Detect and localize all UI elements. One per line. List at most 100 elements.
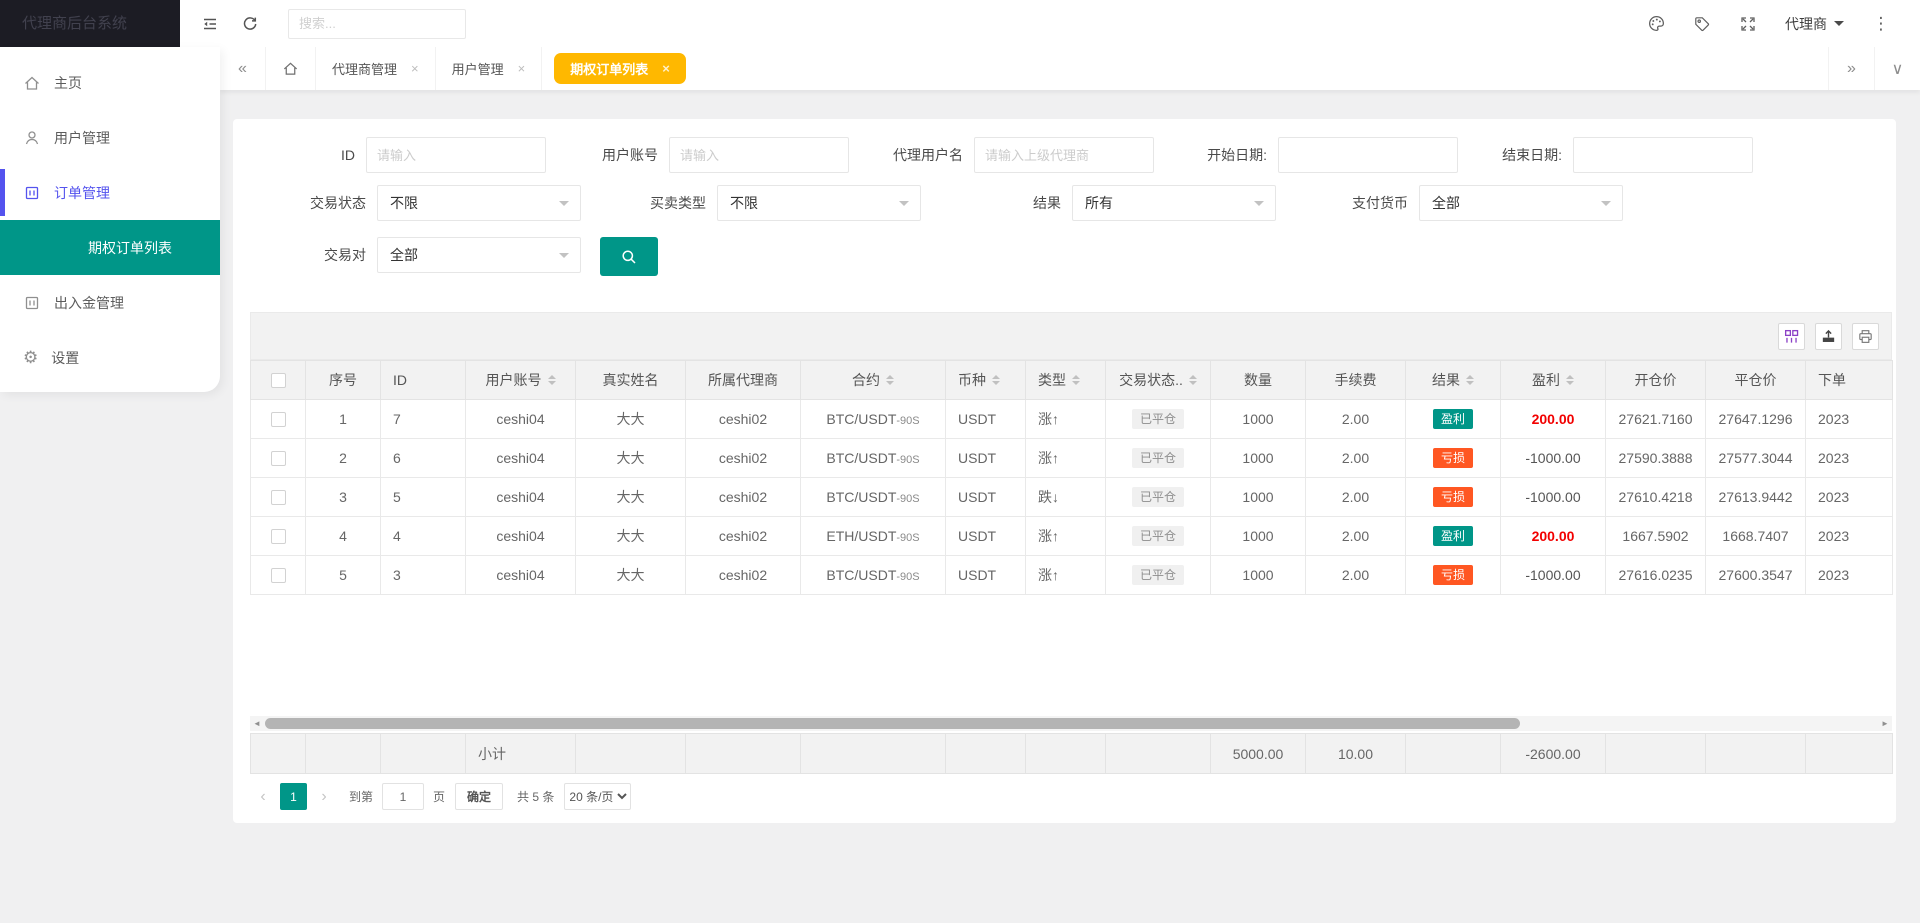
home-icon [283, 62, 298, 75]
header-agent: 所属代理商 [685, 360, 801, 400]
filter-side-type: 买卖类型 不限 [638, 185, 921, 221]
filter-end-date: 结束日期: [1476, 137, 1753, 173]
status-badge: 已平仓 [1131, 408, 1184, 430]
scrollbar-thumb[interactable] [265, 718, 1520, 729]
sidebar-item-order-management[interactable]: 订单管理 [0, 165, 220, 220]
row-checkbox[interactable] [270, 490, 286, 506]
sidebar-subitem-option-order-list[interactable]: 期权订单列表 [0, 220, 220, 275]
table-row: 1 7 ceshi04 大大 ceshi02 BTC/USDT-90S USDT… [250, 399, 1893, 439]
status-badge: 已平仓 [1131, 486, 1184, 508]
header-trade-status[interactable]: 交易状态.. [1105, 360, 1211, 400]
status-badge: 已平仓 [1131, 525, 1184, 547]
header-type[interactable]: 类型 [1025, 360, 1106, 400]
scroll-left-icon[interactable]: ◄ [250, 716, 264, 731]
id-input[interactable] [366, 137, 546, 173]
tab-option-orders[interactable]: 期权订单列表 × [554, 53, 686, 84]
table-header-row: 序号 ID 用户账号 真实姓名 所属代理商 合约 币种 类型 交易状态.. 数量… [250, 360, 1893, 400]
profit-value: -1000.00 [1525, 567, 1581, 583]
sidebar-item-home[interactable]: 主页 [0, 55, 220, 110]
tab-home[interactable] [266, 47, 316, 90]
close-icon[interactable]: × [411, 61, 419, 76]
result-badge: 亏损 [1432, 447, 1473, 469]
current-page-button[interactable]: 1 [280, 783, 307, 810]
agent-input[interactable] [974, 137, 1154, 173]
sidebar-item-finance-management[interactable]: 出入金管理 [0, 275, 220, 330]
filter-account: 用户账号 [588, 137, 849, 173]
navbar-right: 代理商 ⋮ [1633, 0, 1920, 47]
sort-icon [1466, 375, 1474, 385]
user-menu-label: 代理商 [1785, 15, 1827, 32]
sort-icon [992, 375, 1000, 385]
page-size-select[interactable]: 20 条/页 [564, 783, 632, 810]
horizontal-scrollbar[interactable]: ◄ ► [250, 716, 1892, 731]
prev-page-icon[interactable]: ‹ [250, 784, 276, 810]
summary-profit: -2600.00 [1500, 733, 1606, 774]
goto-label: 到第 [349, 790, 374, 804]
sidebar-item-user-management[interactable]: 用户管理 [0, 110, 220, 165]
gear-icon: ⚙ [23, 348, 39, 367]
result-badge: 盈利 [1432, 525, 1473, 547]
row-checkbox[interactable] [270, 529, 286, 545]
tabs-scroll-left-icon[interactable]: « [220, 47, 266, 90]
top-navbar: 代理商 ⋮ [180, 0, 1920, 47]
start-date-input[interactable] [1278, 137, 1458, 173]
print-button[interactable] [1852, 322, 1879, 350]
confirm-page-button[interactable]: 确定 [455, 783, 504, 810]
sidebar: 主页 用户管理 订单管理 期权订单列表 出入金管理 ⚙ 设置 [0, 47, 220, 392]
tag-icon[interactable] [1679, 0, 1725, 47]
result-select[interactable]: 所有 [1072, 185, 1276, 221]
select-all-checkbox[interactable] [270, 373, 286, 389]
pay-currency-select[interactable]: 全部 [1419, 185, 1623, 221]
toggle-columns-button[interactable] [1778, 322, 1805, 350]
header-result[interactable]: 结果 [1405, 360, 1501, 400]
end-date-input[interactable] [1573, 137, 1753, 173]
filter-agent: 代理用户名 [871, 137, 1154, 173]
header-profit[interactable]: 盈利 [1500, 360, 1606, 400]
next-page-icon[interactable]: › [311, 784, 337, 810]
side-type-select[interactable]: 不限 [717, 185, 921, 221]
sidebar-item-settings[interactable]: ⚙ 设置 [0, 330, 220, 385]
search-button[interactable] [600, 237, 658, 276]
tabs-dropdown-icon[interactable]: ∨ [1874, 47, 1920, 90]
summary-fee: 10.00 [1305, 733, 1406, 774]
table-row: 2 6 ceshi04 大大 ceshi02 BTC/USDT-90S USDT… [250, 438, 1893, 478]
header-contract[interactable]: 合约 [800, 360, 946, 400]
trade-status-select[interactable]: 不限 [377, 185, 581, 221]
export-button[interactable] [1815, 322, 1842, 350]
filter-pay-currency: 支付货币 全部 [1336, 185, 1623, 221]
summary-table: 小计 5000.00 10.00 -2600.00 [250, 733, 1893, 774]
theme-palette-icon[interactable] [1633, 0, 1679, 47]
status-badge: 已平仓 [1131, 564, 1184, 586]
row-checkbox[interactable] [270, 568, 286, 584]
header-select-all [250, 360, 306, 400]
tabs-scroll-right-icon[interactable]: » [1828, 47, 1874, 90]
row-checkbox[interactable] [270, 412, 286, 428]
sort-icon [1188, 375, 1197, 385]
collapse-sidebar-icon[interactable] [190, 0, 230, 47]
table-row: 3 5 ceshi04 大大 ceshi02 BTC/USDT-90S USDT… [250, 477, 1893, 517]
filter-start-date: 开始日期: [1181, 137, 1458, 173]
goto-page-input[interactable] [382, 783, 425, 810]
table-row: 4 4 ceshi04 大大 ceshi02 ETH/USDT-90S USDT… [250, 516, 1893, 556]
header-real-name: 真实姓名 [575, 360, 686, 400]
row-checkbox[interactable] [270, 451, 286, 467]
header-open-price: 开仓价 [1605, 360, 1706, 400]
header-coin[interactable]: 币种 [945, 360, 1026, 400]
tab-agent-management[interactable]: 代理商管理 × [316, 47, 436, 90]
account-input[interactable] [669, 137, 849, 173]
user-menu[interactable]: 代理商 [1771, 0, 1858, 47]
scroll-right-icon[interactable]: ► [1878, 716, 1892, 731]
tab-user-management[interactable]: 用户管理 × [436, 47, 543, 90]
more-vertical-icon[interactable]: ⋮ [1858, 0, 1904, 47]
filter-pair: 交易对 全部 [298, 237, 581, 273]
close-icon[interactable]: × [518, 61, 526, 76]
pair-select[interactable]: 全部 [377, 237, 581, 273]
refresh-icon[interactable] [230, 0, 270, 47]
close-icon[interactable]: × [662, 61, 670, 76]
fullscreen-icon[interactable] [1725, 0, 1771, 47]
profit-value: -1000.00 [1525, 450, 1581, 466]
header-account[interactable]: 用户账号 [465, 360, 576, 400]
result-badge: 盈利 [1432, 408, 1473, 430]
global-search-input[interactable] [288, 8, 466, 39]
columns-icon [1784, 329, 1799, 343]
